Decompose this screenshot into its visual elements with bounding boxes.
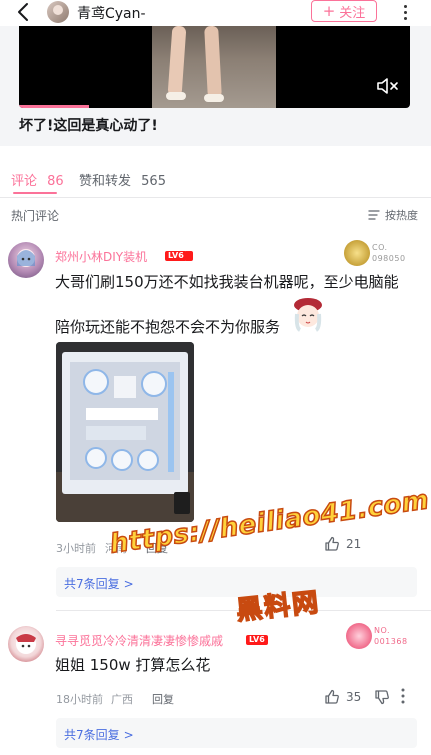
commenter-name[interactable]: 寻寻觅觅冷冷清清凄凄惨惨戚戚 <box>55 632 223 649</box>
chevron-right-icon: > <box>123 577 134 591</box>
comment-location: 广西 <box>111 693 133 706</box>
like-button[interactable]: 35 <box>324 689 361 705</box>
fan-badge-number: 001368 <box>374 637 408 646</box>
comment-time: 3小时前 <box>56 542 96 555</box>
more-icon[interactable] <box>397 1 413 23</box>
reply-button[interactable]: 回复 <box>146 540 168 556</box>
uploader-name[interactable]: 青鸢Cyan- <box>77 3 146 23</box>
view-replies-button[interactable]: 共7条回复 > <box>56 718 417 748</box>
like-count: 21 <box>346 537 362 551</box>
comment-image[interactable] <box>56 342 194 522</box>
comment-divider <box>56 610 431 611</box>
fan-badge-prefix: CO. <box>372 243 388 252</box>
video-title: 坏了!这回是真心动了! <box>19 118 158 134</box>
tab-comments-label: 评论 <box>11 174 38 189</box>
chevron-right-icon: > <box>123 728 134 742</box>
section-title: 热门评论 <box>11 209 60 223</box>
more-options-icon[interactable] <box>400 687 412 705</box>
level-badge: LV6 <box>165 251 187 261</box>
tab-likes-shares-label: 赞和转发 <box>79 174 132 189</box>
replies-count-label: 共7条回复 <box>64 577 120 591</box>
thumbs-up-icon <box>325 536 339 551</box>
replies-count-label: 共7条回复 <box>64 728 120 742</box>
follow-label: 关注 <box>339 5 366 21</box>
commenter-avatar[interactable] <box>8 626 44 662</box>
thumbs-up-icon <box>325 689 339 704</box>
like-button[interactable]: 21 <box>324 536 361 552</box>
plus-icon: + <box>322 1 336 20</box>
top-bar: 青鸢Cyan- + 关注 <box>0 0 431 26</box>
fan-badge-icon <box>346 623 372 649</box>
active-tab-indicator <box>13 192 57 194</box>
comment-tabs: 评论 86 赞和转发 565 <box>0 146 431 198</box>
commenter-name[interactable]: 郑州小林DIY装机 <box>55 248 147 265</box>
video-frame <box>152 26 276 108</box>
like-count: 35 <box>346 690 362 704</box>
fan-badge-number: 098050 <box>372 254 406 263</box>
comment-item: 寻寻觅觅冷冷清清凄凄惨惨戚戚 LV6 NO. 001368 姐姐 150w 打算… <box>0 614 431 755</box>
dislike-button[interactable] <box>374 689 396 705</box>
comment-text-line2: 陪你玩还能不抱怨不会不为你服务 <box>55 318 281 336</box>
back-arrow-icon[interactable] <box>14 1 34 23</box>
mute-icon[interactable] <box>376 76 400 96</box>
commenter-avatar[interactable] <box>8 242 44 278</box>
anime-sticker-icon <box>290 296 326 332</box>
tab-likes-shares[interactable]: 赞和转发 565 <box>79 170 166 189</box>
comment-text-line1: 大哥们刷150万还不如找我装台机器呢，至少电脑能 <box>55 273 399 291</box>
tab-likes-shares-count: 565 <box>141 174 166 189</box>
level-badge: LV6 <box>246 635 268 645</box>
sort-icon <box>368 210 380 220</box>
video-player[interactable] <box>19 26 410 108</box>
bolt-icon <box>186 251 193 261</box>
fan-badge-icon <box>344 240 370 266</box>
follow-button[interactable]: + 关注 <box>311 0 377 22</box>
video-section: 坏了!这回是真心动了! <box>0 26 431 146</box>
fan-badge: NO. 001368 <box>346 622 412 652</box>
comment-text-line1: 姐姐 150w 打算怎么花 <box>55 656 211 674</box>
comment-location: 河南 <box>105 542 127 555</box>
tab-comments-count: 86 <box>47 174 64 189</box>
section-header: 热门评论 按热度 <box>0 199 431 229</box>
sort-label: 按热度 <box>385 209 418 222</box>
uploader-avatar[interactable] <box>47 1 69 23</box>
comment-item: 郑州小林DIY装机 LV6 CO. 098050 大哥们刷150万还不如找我装台… <box>0 230 431 600</box>
video-progress-bar[interactable] <box>19 105 89 108</box>
comment-time: 18小时前 <box>56 693 103 706</box>
sort-button[interactable]: 按热度 <box>368 207 418 223</box>
fan-badge: CO. 098050 <box>344 239 410 269</box>
view-replies-button[interactable]: 共7条回复 > <box>56 567 417 597</box>
thumbs-down-icon <box>375 690 389 705</box>
reply-button[interactable]: 回复 <box>152 691 174 707</box>
tab-comments[interactable]: 评论 86 <box>11 170 64 189</box>
fan-badge-prefix: NO. <box>374 626 390 635</box>
